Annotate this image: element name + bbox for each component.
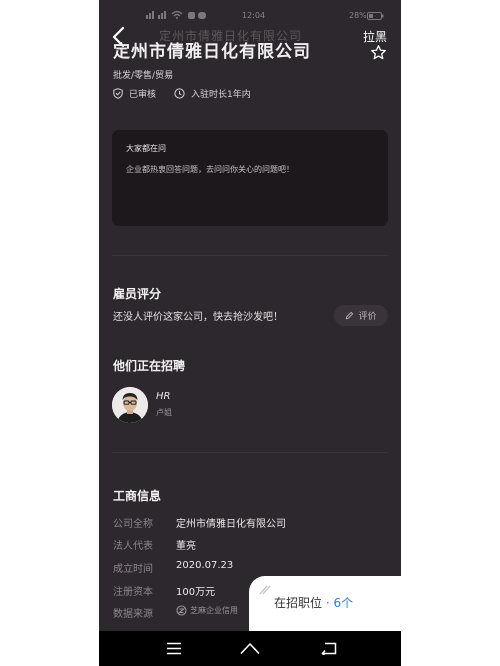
phone-screen: 12:04 28% 定州市倩雅日化有限公司 定州市倩雅日化有限公司 拉黑 批发/… [99,0,401,666]
info-label-founded: 成立时间 [113,564,153,575]
write-review-button[interactable]: 评价 [334,305,388,326]
info-label-legal-rep: 法人代表 [113,541,153,552]
pencil-icon [346,311,354,320]
block-button[interactable]: 拉黑 [363,28,387,45]
write-review-label: 评价 [358,312,377,322]
shield-check-icon [113,87,123,99]
hr-avatar[interactable] [112,387,148,423]
clock-icon [174,87,185,99]
battery-icon [367,12,384,20]
verified-label: 已审核 [129,89,157,100]
info-value-capital: 100万元 [176,587,216,598]
open-positions-count: 6个 [333,596,354,610]
back-icon[interactable] [321,642,337,655]
company-name: 定州市倩雅日化有限公司 [113,42,311,62]
info-value-founded: 2020.07.23 [176,560,234,571]
decorative-slash-icon [259,585,271,595]
system-nav-bar [99,631,401,666]
qa-description: 企业都热衷回答问题，去问问你关心的问题吧！ [126,165,294,174]
hr-name[interactable]: HR [156,391,170,402]
reviews-title: 雇员评分 [113,287,162,301]
home-icon[interactable] [239,641,261,656]
avatar-image [112,387,148,423]
info-label-source: 数据来源 [113,609,153,620]
duration-label: 入驻时长1年内 [191,89,251,100]
industry-tags: 批发/零售/贸易 [113,71,174,81]
info-value-full-name: 定州市倩雅日化有限公司 [176,519,286,530]
menu-icon[interactable] [166,642,182,655]
info-label-capital: 注册资本 [113,587,153,598]
signal-wifi-icons [146,10,206,19]
status-time: 12:04 [242,11,266,20]
reviews-empty-text: 还没人评价这家公司，快去抢沙发吧！ [113,312,283,323]
hiring-title: 他们正在招聘 [113,359,186,373]
business-info-title: 工商信息 [113,489,162,503]
hr-contact-name: 卢姐 [156,408,172,417]
divider [112,255,388,256]
divider [112,452,388,453]
info-value-legal-rep: 董亮 [176,541,196,552]
verification-row: 已审核 入驻时长1年内 [113,86,251,100]
battery-percent: 28% [349,11,367,20]
sesame-credit-icon [176,605,187,616]
data-source-label: 芝麻企业信用 [190,606,238,615]
qa-title: 大家都在问 [126,144,166,153]
info-label-full-name: 公司全称 [113,519,153,530]
open-positions-text: 在招职位 · 6个 [274,594,353,611]
info-value-source: 芝麻企业信用 [176,605,238,616]
separator-dot: · [325,596,330,610]
status-bar: 12:04 28% [99,0,401,24]
open-positions-card[interactable]: 在招职位 · 6个 [249,576,401,631]
star-icon[interactable] [370,44,387,61]
open-positions-label: 在招职位 [274,596,323,610]
qa-card[interactable]: 大家都在问 企业都热衷回答问题，去问问你关心的问题吧！ [112,130,388,226]
